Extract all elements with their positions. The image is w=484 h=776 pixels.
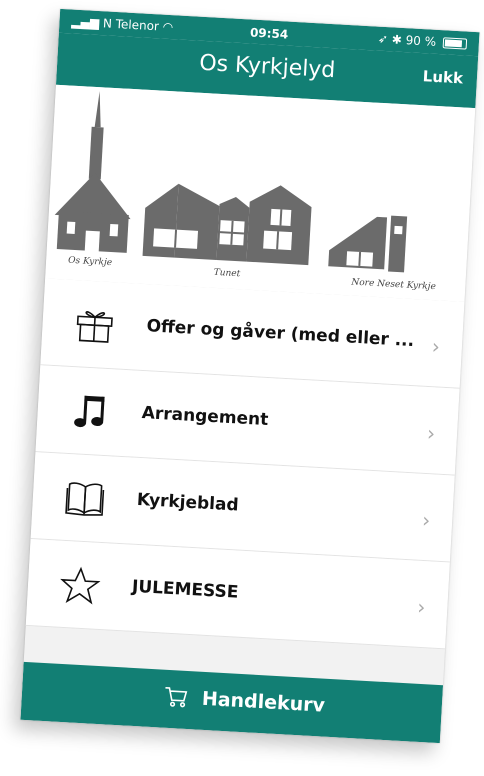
battery-icon [442,37,468,50]
cart-bar[interactable]: Handlekurv [20,661,444,744]
bluetooth-icon: ✱ [391,32,403,47]
menu-list: Offer og gåver (med eller ... › Arrangem… [25,278,465,650]
location-icon: ➶ [377,31,389,47]
caption-tunet: Tunet [213,267,241,280]
close-button[interactable]: Lukk [422,67,463,87]
chevron-right-icon: › [426,420,436,446]
shopping-cart-icon [165,686,188,708]
churches-banner: Os Kyrkje Tunet Nore Neset Kyrkje [45,84,476,303]
status-right: ➶ ✱ 90 % [378,32,468,51]
phone-screen: ▂▄▆ N Telenor ◠ 09:54 ➶ ✱ 90 % Os Kyrkje… [20,8,480,744]
chevron-right-icon: › [416,594,427,620]
list-item-label: JULEMESSE [131,576,239,603]
chevron-right-icon: › [421,507,431,533]
music-note-icon [74,395,105,428]
chevron-right-icon: › [431,334,441,359]
churches-illustration [54,91,408,273]
list-item-label: Arrangement [141,403,269,431]
list-item-label: Offer og gåver (med eller ... [146,316,415,352]
list-item-label: Kyrkjeblad [136,489,240,516]
battery-percent: 90 % [405,33,437,49]
cart-label: Handlekurv [201,687,326,717]
gift-icon [76,311,113,343]
open-book-icon [65,482,105,516]
star-icon [60,566,101,605]
